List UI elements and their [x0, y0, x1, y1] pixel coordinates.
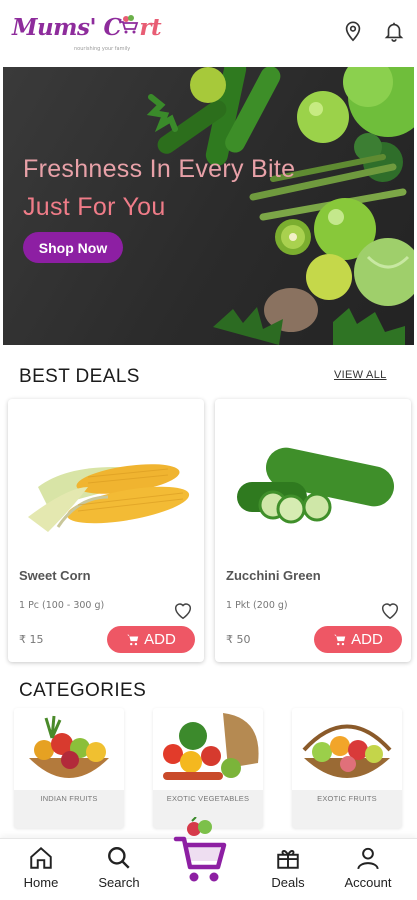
- brand-logo[interactable]: Mums' C rt nourishing your family: [12, 8, 162, 54]
- nav-home[interactable]: Home: [6, 845, 76, 897]
- hero-banner[interactable]: Freshness In Every Bite Just For You Sho…: [3, 67, 414, 345]
- add-label: ADD: [144, 631, 176, 648]
- bottom-navigation: Home Search Deals Account: [0, 817, 417, 900]
- sweet-corn-image: [28, 464, 190, 532]
- product-name: Zucchini Green: [226, 568, 321, 583]
- nav-label: Home: [23, 875, 59, 890]
- user-icon: [357, 847, 379, 870]
- heart-icon[interactable]: [379, 599, 401, 621]
- category-label: EXOTIC FRUITS: [317, 794, 377, 803]
- hero-headline-line2: Just For You: [23, 193, 166, 221]
- app-header: Mums' C rt nourishing your family: [0, 0, 417, 62]
- cart-fab-icon[interactable]: [172, 817, 228, 889]
- nav-deals[interactable]: Deals: [253, 845, 323, 897]
- add-to-cart-button[interactable]: ADD: [314, 626, 402, 653]
- categories-title: CATEGORIES: [19, 680, 147, 701]
- zucchini-image: [237, 447, 395, 524]
- vegetables-image: [146, 67, 414, 345]
- add-to-cart-button[interactable]: ADD: [107, 626, 195, 653]
- category-exotic-fruits[interactable]: EXOTIC FRUITS: [292, 708, 402, 828]
- product-price: ₹ 15: [19, 633, 44, 646]
- nav-account[interactable]: Account: [333, 845, 403, 897]
- cart-icon: [334, 634, 346, 645]
- best-deals-title: BEST DEALS: [19, 366, 140, 387]
- shop-now-button[interactable]: Shop Now: [23, 232, 123, 263]
- product-quantity: 1 Pkt (200 g): [226, 600, 288, 611]
- nav-label: Account: [344, 875, 392, 890]
- product-quantity: 1 Pc (100 - 300 g): [19, 600, 105, 611]
- gift-icon: [277, 850, 299, 869]
- search-icon: [108, 847, 130, 869]
- product-card-sweet-corn[interactable]: Sweet Corn 1 Pc (100 - 300 g) ₹ 15 ADD: [8, 399, 204, 662]
- nav-label: Search: [98, 875, 140, 890]
- nav-search[interactable]: Search: [84, 845, 154, 897]
- location-pin-icon[interactable]: [342, 20, 364, 42]
- hero-headline-line1: Freshness In Every Bite: [23, 155, 296, 183]
- logo-tagline: nourishing your family: [74, 46, 131, 52]
- product-name: Sweet Corn: [19, 568, 91, 583]
- add-label: ADD: [351, 631, 383, 648]
- view-all-link[interactable]: VIEW ALL: [334, 369, 387, 381]
- cart-icon: [127, 634, 139, 645]
- logo-cart-icon: [120, 15, 139, 34]
- bell-icon[interactable]: [383, 20, 405, 42]
- nav-label: Deals: [271, 875, 305, 890]
- heart-icon[interactable]: [172, 599, 194, 621]
- category-label: INDIAN FRUITS: [40, 794, 98, 803]
- logo-text: Mums' C: [12, 14, 122, 41]
- logo-text-end: rt: [139, 14, 162, 41]
- category-exotic-vegetables[interactable]: EXOTIC VEGETABLES: [153, 708, 263, 828]
- home-icon: [30, 846, 52, 869]
- category-indian-fruits[interactable]: INDIAN FRUITS: [14, 708, 124, 828]
- product-price: ₹ 50: [226, 633, 251, 646]
- exotic-vegetables-image: [153, 708, 263, 790]
- product-card-zucchini[interactable]: Zucchini Green 1 Pkt (200 g) ₹ 50 ADD: [215, 399, 411, 662]
- exotic-fruits-image: [292, 708, 402, 790]
- indian-fruits-image: [14, 708, 124, 790]
- category-label: EXOTIC VEGETABLES: [166, 794, 250, 803]
